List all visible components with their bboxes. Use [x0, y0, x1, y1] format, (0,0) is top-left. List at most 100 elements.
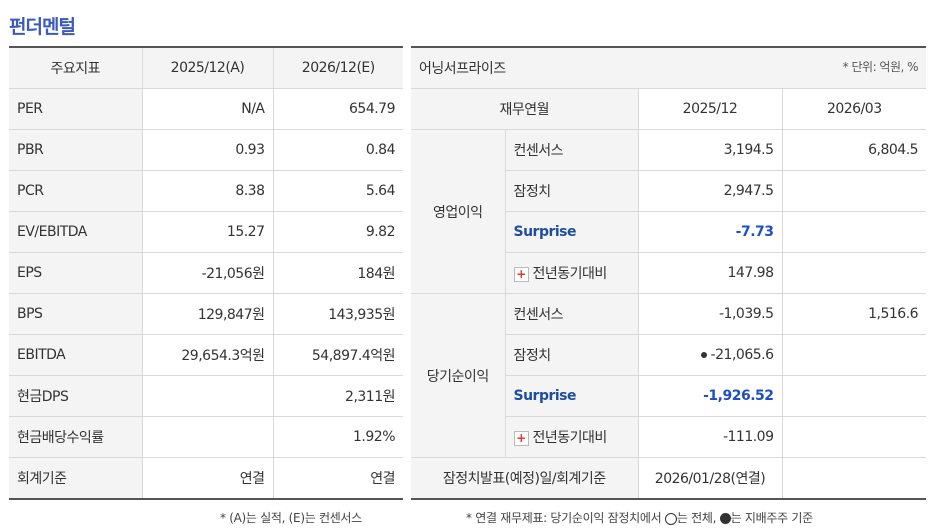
- value-estimate: 연결: [272, 457, 403, 500]
- row-label-expandable[interactable]: + 전년동기대비: [505, 252, 639, 294]
- value-2026-03: [782, 334, 927, 376]
- note-text-b: 는 전체,: [676, 511, 717, 525]
- row-label: 컨센서스: [505, 293, 639, 335]
- table-footer-row: 잠정치발표(예정)일/회계기준 2026/01/28(연결): [411, 457, 927, 500]
- value-estimate: 2,311원: [272, 375, 403, 417]
- value-2026-03: [782, 416, 927, 458]
- value-estimate: 143,935원: [272, 293, 403, 335]
- value-2026-03: 6,804.5: [782, 129, 927, 171]
- group-label: 영업이익: [411, 129, 506, 294]
- value-actual: 129,847원: [141, 293, 273, 335]
- row-label: 현금DPS: [9, 375, 142, 417]
- table-header-row: 어닝서프라이즈 * 단위: 억원, %: [411, 47, 927, 89]
- value-actual: -21,056원: [141, 252, 273, 294]
- row-label: PCR: [9, 170, 142, 212]
- row-label: 컨센서스: [505, 129, 639, 171]
- table-row: 영업이익 컨센서스 3,194.5 6,804.5: [411, 129, 927, 294]
- table-row: EBITDA 29,654.3억원 54,897.4억원: [9, 334, 403, 376]
- value-2026-03: 1,516.6: [782, 293, 927, 335]
- earnings-surprise-header: 어닝서프라이즈 * 단위: 억원, %: [411, 47, 927, 89]
- expand-plus-icon[interactable]: +: [513, 266, 529, 282]
- row-label-text: 전년동기대비: [532, 430, 608, 446]
- value-estimate: 54,897.4억원: [272, 334, 403, 376]
- value-2025-12: 147.98: [638, 252, 783, 294]
- row-label: EBITDA: [9, 334, 142, 376]
- row-label: Surprise: [505, 375, 639, 417]
- value-actual: 15.27: [141, 211, 273, 253]
- column-header: 2026/03: [782, 88, 927, 130]
- row-label: PBR: [9, 129, 142, 171]
- row-label: PER: [9, 88, 142, 130]
- controlling-shareholder-dot-icon: [700, 352, 707, 358]
- value-actual: N/A: [141, 88, 273, 130]
- row-label: 잠정치: [505, 334, 639, 376]
- value-actual: 8.38: [141, 170, 273, 212]
- right-table-note: * 연결 재무제표: 당기순이익 잠정치에서 는 전체, 는 지배주주 기준: [466, 509, 813, 526]
- row-label: EV/EBITDA: [9, 211, 142, 253]
- value-actual: 29,654.3억원: [141, 334, 273, 376]
- note-text-c: 는 지배주주 기준: [730, 511, 814, 525]
- row-label: 잠정치: [505, 170, 639, 212]
- value-estimate: 5.64: [272, 170, 403, 212]
- table-row: 현금배당수익률 1.92%: [9, 416, 403, 458]
- value-2025-12: -111.09: [638, 416, 783, 458]
- row-label: Surprise: [505, 211, 639, 253]
- value-2025-12: -1,926.52: [638, 375, 783, 417]
- footer-value: 2026/01/28(연결): [638, 457, 783, 500]
- filled-circle-icon: [719, 513, 731, 524]
- value-estimate: 184원: [272, 252, 403, 294]
- row-label: 회계기준: [9, 457, 142, 500]
- column-header: 2025/12: [638, 88, 783, 130]
- header-title: 어닝서프라이즈: [419, 61, 506, 77]
- table-row: PBR 0.93 0.84: [9, 129, 403, 171]
- value-actual: 연결: [141, 457, 273, 500]
- row-label: EPS: [9, 252, 142, 294]
- column-header: 2026/12(E): [272, 47, 403, 89]
- value-2025-12: -21,065.6: [710, 347, 774, 363]
- unit-label: * 단위: 억원, %: [842, 60, 919, 74]
- table-row: EPS -21,056원 184원: [9, 252, 403, 294]
- value-actual: 0.93: [141, 129, 273, 171]
- value-2026-03: [782, 170, 927, 212]
- value-2025-12: -1,039.5: [638, 293, 783, 335]
- left-table-note: * (A)는 실적, (E)는 컨센서스: [220, 511, 362, 525]
- expand-plus-icon[interactable]: +: [513, 430, 529, 446]
- table-row: 당기순이익 컨센서스 -1,039.5 1,516.6: [411, 293, 927, 458]
- table-row: 회계기준 연결 연결: [9, 457, 403, 500]
- value-2025-12: 3,194.5: [638, 129, 783, 171]
- value-estimate: 9.82: [272, 211, 403, 253]
- footer-label: 잠정치발표(예정)일/회계기준: [411, 457, 639, 500]
- key-indicators-table: 주요지표 2025/12(A) 2026/12(E) PER N/A 654.79 …: [9, 46, 403, 500]
- open-circle-icon: [664, 512, 677, 525]
- value-actual: [141, 375, 273, 417]
- row-label: BPS: [9, 293, 142, 335]
- value-estimate: 654.79: [272, 88, 403, 130]
- value-2026-03: [782, 252, 927, 294]
- value-2025-12: 2,947.5: [638, 170, 783, 212]
- value-2025-12-cell: -21,065.6: [638, 334, 783, 376]
- earnings-surprise-table: 어닝서프라이즈 * 단위: 억원, % 재무연월 2025/12 2026/03…: [411, 46, 927, 500]
- value-estimate: 1.92%: [272, 416, 403, 458]
- footer-empty-cell: [782, 457, 927, 500]
- value-2025-12: -7.73: [638, 211, 783, 253]
- column-header-row: 재무연월 2025/12 2026/03: [411, 88, 927, 130]
- group-label: 당기순이익: [411, 293, 506, 458]
- row-label-text: 전년동기대비: [532, 266, 608, 282]
- value-2026-03: [782, 375, 927, 417]
- value-estimate: 0.84: [272, 129, 403, 171]
- row-label: 현금배당수익률: [9, 416, 142, 458]
- table-row: BPS 129,847원 143,935원: [9, 293, 403, 335]
- column-header: 재무연월: [411, 88, 639, 130]
- section-title: 펀더멘털: [9, 16, 76, 38]
- table-row: 현금DPS 2,311원: [9, 375, 403, 417]
- value-actual: [141, 416, 273, 458]
- value-2026-03: [782, 211, 927, 253]
- table-row: PCR 8.38 5.64: [9, 170, 403, 212]
- column-header: 주요지표: [9, 47, 142, 89]
- table-row: PER N/A 654.79: [9, 88, 403, 130]
- table-header-row: 주요지표 2025/12(A) 2026/12(E): [9, 47, 403, 89]
- table-row: EV/EBITDA 15.27 9.82: [9, 211, 403, 253]
- note-text-a: * 연결 재무제표: 당기순이익 잠정치에서: [466, 511, 662, 525]
- column-header: 2025/12(A): [141, 47, 273, 89]
- row-label-expandable[interactable]: + 전년동기대비: [505, 416, 639, 458]
